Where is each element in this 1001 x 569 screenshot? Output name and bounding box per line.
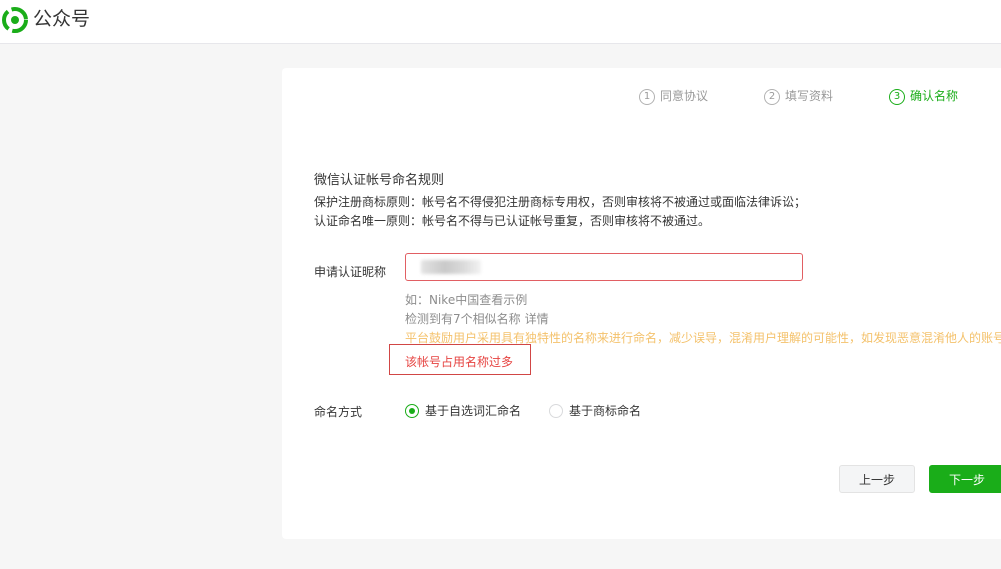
rule-unique: 认证命名唯一原则：帐号名不得与已认证帐号重复，否则审核将不被通过。 xyxy=(314,214,711,228)
step-agree: 1 同意协议 xyxy=(639,87,708,107)
next-button[interactable]: 下一步 xyxy=(929,465,1001,493)
radio-unchecked-icon[interactable] xyxy=(549,404,563,418)
example-tip[interactable]: 如：Nike中国查看示例 xyxy=(405,291,527,308)
step-fill-info: 2 填写资料 xyxy=(764,87,833,107)
naming-method-label: 命名方式 xyxy=(314,405,363,419)
step-number: 2 xyxy=(764,89,780,105)
error-box: 该帐号占用名称过多 xyxy=(389,344,531,375)
nickname-label: 申请认证昵称 xyxy=(314,265,387,279)
prev-button[interactable]: 上一步 xyxy=(839,465,915,493)
radio-label: 基于商标命名 xyxy=(569,404,642,418)
radio-label: 基于自选词汇命名 xyxy=(425,404,522,418)
step-number: 1 xyxy=(639,89,655,105)
top-bar: 公众号 xyxy=(0,0,1001,44)
step-label: 同意协议 xyxy=(660,89,709,103)
app-name[interactable]: 公众号 xyxy=(33,7,90,31)
redacted-value xyxy=(421,260,481,274)
wechat-mp-logo-icon[interactable] xyxy=(2,7,28,33)
similar-tip-text: 检测到有7个相似名称 xyxy=(405,312,521,326)
step-label: 确认名称 xyxy=(910,89,959,103)
error-text: 该帐号占用名称过多 xyxy=(405,355,514,369)
similar-tip: 检测到有7个相似名称 详情 xyxy=(405,310,549,327)
rules-title: 微信认证帐号命名规则 xyxy=(314,173,445,188)
step-number: 3 xyxy=(889,89,905,105)
radio-checked-icon[interactable] xyxy=(405,404,419,418)
step-confirm-name: 3 确认名称 xyxy=(889,87,958,107)
step-indicator: 1 同意协议 2 填写资料 3 确认名称 xyxy=(282,87,1001,107)
radio-custom-words[interactable]: 基于自选词汇命名 xyxy=(405,402,521,418)
main-card: 1 同意协议 2 填写资料 3 确认名称 微信认证帐号命名规则 保护注册商标原则：帐号… xyxy=(282,68,1001,539)
nickname-input[interactable] xyxy=(405,253,803,281)
radio-trademark[interactable]: 基于商标命名 xyxy=(549,402,641,418)
step-label: 填写资料 xyxy=(785,89,834,103)
similar-detail-link[interactable]: 详情 xyxy=(525,312,549,326)
rule-trademark: 保护注册商标原则：帐号名不得侵犯注册商标专用权，否则审核将不被通过或面临法律诉讼… xyxy=(314,195,807,209)
